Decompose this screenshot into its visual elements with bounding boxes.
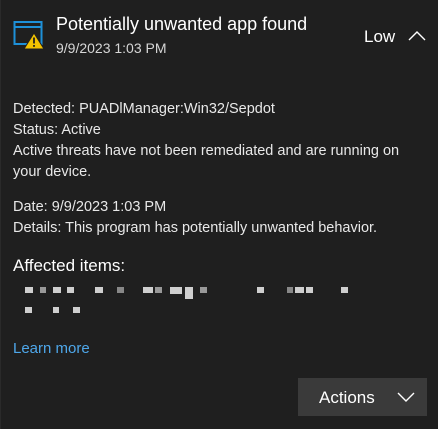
status-row: Status: Active bbox=[13, 120, 429, 141]
date-label: Date: bbox=[13, 199, 48, 215]
detected-label: Detected: bbox=[13, 101, 76, 117]
windows-security-warning-icon bbox=[13, 21, 45, 50]
status-message: Active threats have not been remediated … bbox=[13, 143, 400, 180]
actions-label: Actions bbox=[319, 388, 375, 407]
chevron-down-icon bbox=[397, 392, 415, 402]
notification-datetime: 9/9/2023 1:03 PM bbox=[56, 40, 167, 56]
redacted-affected-items bbox=[25, 285, 365, 315]
detected-row: Detected: PUADlManager:Win32/Sepdot bbox=[13, 99, 429, 120]
affected-items-heading: Affected items: bbox=[13, 256, 126, 275]
details-value: This program has potentially unwanted be… bbox=[65, 220, 378, 236]
details-label: Details: bbox=[13, 220, 62, 236]
severity-label: Low bbox=[364, 27, 396, 46]
status-value: Active bbox=[61, 122, 101, 138]
chevron-up-icon bbox=[408, 31, 426, 41]
threat-notification-panel: Potentially unwanted app found 9/9/2023 … bbox=[0, 0, 438, 429]
notification-header: Potentially unwanted app found 9/9/2023 … bbox=[1, 0, 438, 70]
notification-title: Potentially unwanted app found bbox=[56, 14, 308, 34]
status-label: Status: bbox=[13, 122, 59, 138]
threat-details: Detected: PUADlManager:Win32/Sepdot Stat… bbox=[13, 99, 429, 239]
detected-value: PUADlManager:Win32/Sepdot bbox=[79, 101, 275, 117]
date-value: 9/9/2023 1:03 PM bbox=[51, 199, 167, 215]
date-row: Date: 9/9/2023 1:03 PM bbox=[13, 197, 429, 218]
actions-button[interactable]: Actions bbox=[298, 378, 427, 416]
learn-more-link[interactable]: Learn more bbox=[13, 340, 90, 357]
details-row: Details: This program has potentially un… bbox=[13, 218, 429, 239]
collapse-button[interactable] bbox=[405, 26, 429, 46]
